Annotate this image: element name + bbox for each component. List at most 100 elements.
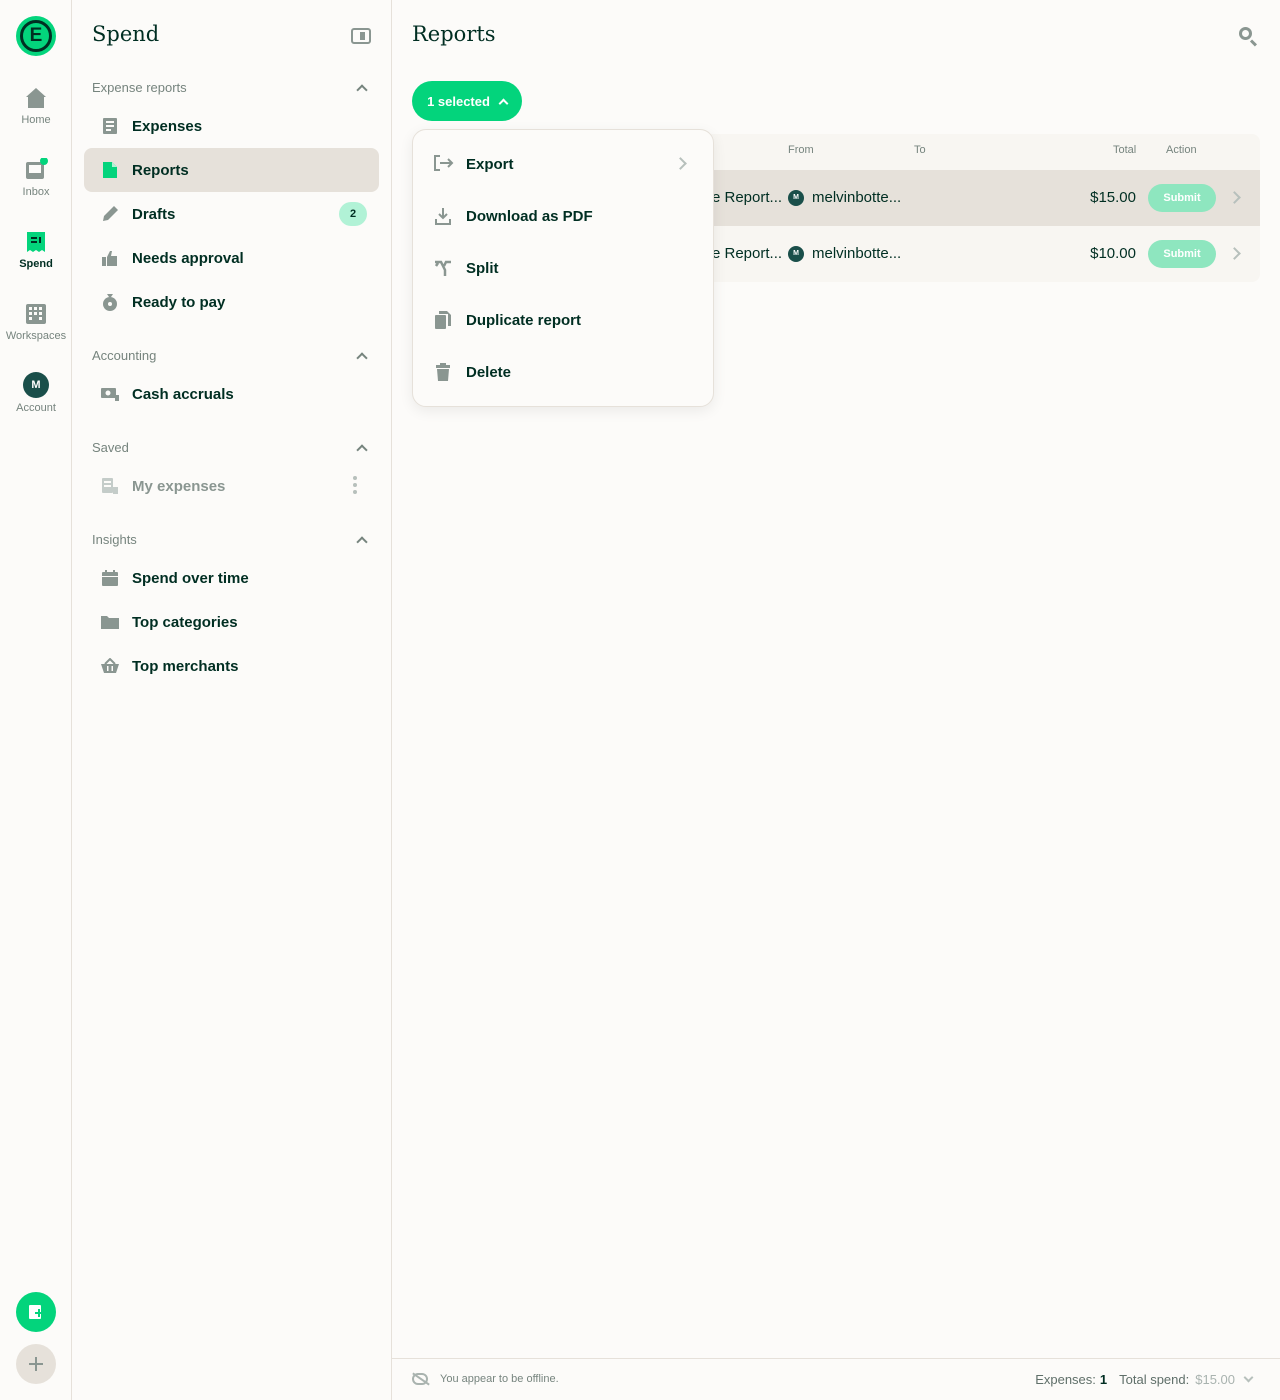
sidebar-item-label: Spend over time [132,569,249,587]
section-saved[interactable]: Saved [92,440,372,456]
column-total[interactable]: Total [1113,144,1136,156]
report-total: $10.00 [1090,245,1136,262]
report-from: M melvinbotte... [788,189,901,206]
folder-icon [100,612,120,632]
menu-item-split[interactable]: Split [413,244,713,292]
sidebar-item-label: Top categories [132,613,238,631]
main-panel: Reports 1 selected From To Total Action … [392,0,1280,1400]
offline-message: You appear to be offline. [440,1373,559,1385]
menu-item-delete[interactable]: Delete [413,348,713,396]
sidebar-item-needs-approval[interactable]: Needs approval [84,236,379,280]
saved-search-icon [100,476,120,496]
sidebar-item-spend-over-time[interactable]: Spend over time [84,556,379,600]
cash-icon [100,384,120,404]
cloud-off-icon [412,1373,428,1385]
page-title: Reports [412,22,496,46]
calendar-icon [100,568,120,588]
report-from-name: melvinbotte... [812,189,902,206]
report-from-name: melvinbotte... [812,245,902,262]
chevron-right-icon[interactable] [1228,191,1241,204]
rail-workspaces[interactable]: Workspaces [0,302,72,342]
split-icon [433,258,453,278]
avatar: M [788,245,804,262]
receipt-icon [24,230,48,254]
basket-icon [100,656,120,676]
status-footer: You appear to be offline. Expenses: 1 To… [392,1358,1280,1400]
menu-item-export[interactable]: Export [413,140,713,188]
section-expense-reports[interactable]: Expense reports [92,80,372,96]
chevron-up-icon [356,83,368,96]
expenses-label: Expenses: [1035,1372,1096,1387]
section-insights-title: Insights [92,532,137,547]
export-icon [433,154,454,174]
avatar-initial: M [31,379,41,391]
section-accounting[interactable]: Accounting [92,348,372,364]
sidebar-item-label: Top merchants [132,657,239,675]
chevron-right-icon [674,157,687,170]
thumbs-up-icon [100,248,120,268]
download-icon [433,206,453,226]
column-to[interactable]: To [914,144,926,156]
rail-home[interactable]: Home [0,86,72,126]
section-expense-reports-title: Expense reports [92,80,187,95]
report-name: e Report... [712,189,783,206]
sidebar-item-drafts[interactable]: Drafts 2 [84,192,379,236]
rail-workspaces-label: Workspaces [5,330,67,342]
sidebar-item-label: My expenses [132,477,226,495]
section-insights[interactable]: Insights [92,532,372,548]
trash-icon [433,362,453,382]
sidebar-item-my-expenses[interactable]: My expenses [84,464,379,508]
menu-item-duplicate-report[interactable]: Duplicate report [413,296,713,344]
drafts-count-badge: 2 [339,202,367,226]
new-expense-button[interactable] [16,1292,56,1332]
sidebar-item-top-merchants[interactable]: Top merchants [84,644,379,688]
chevron-down-icon [1243,1372,1254,1383]
sidebar-item-label: Reports [132,161,189,179]
sidebar-item-expenses[interactable]: Expenses [84,104,379,148]
sidebar-item-reports[interactable]: Reports [84,148,379,192]
menu-item-label: Delete [466,363,512,381]
receipt-plus-icon [29,1305,43,1319]
rail-account[interactable]: M Account [0,372,72,414]
more-options-icon[interactable] [353,476,357,496]
spend-summary[interactable]: Expenses: 1 Total spend: $15.00 [1035,1372,1254,1387]
expensify-logo-icon[interactable]: E [16,16,56,56]
report-from: M melvinbotte... [788,245,901,262]
sidebar-item-label: Drafts [132,205,176,223]
column-from[interactable]: From [788,144,814,156]
bulk-actions-menu: Export Download as PDF Split Duplicate r… [412,129,714,407]
home-icon [24,86,48,110]
selected-actions-button[interactable]: 1 selected [412,81,522,121]
rail-home-label: Home [21,114,51,126]
avatar: M [788,189,804,206]
sidebar-item-label: Ready to pay [132,293,226,311]
menu-item-label: Export [466,155,514,173]
chevron-up-icon [356,351,368,364]
menu-item-download-pdf[interactable]: Download as PDF [413,192,713,240]
plus-icon [29,1357,43,1371]
expenses-count: 1 [1099,1372,1108,1387]
submit-button[interactable]: Submit [1148,240,1216,268]
chevron-up-icon [498,98,509,108]
search-icon[interactable] [1238,26,1258,47]
section-saved-title: Saved [92,440,129,455]
create-button[interactable] [16,1344,56,1384]
rail-spend[interactable]: Spend [0,230,72,270]
rail-account-label: Account [16,402,56,414]
rail-inbox-label: Inbox [22,186,50,198]
sidebar-item-top-categories[interactable]: Top categories [84,600,379,644]
duplicate-icon [433,310,453,330]
avatar: M [23,372,49,398]
left-rail: E Home Inbox Spend Workspaces M Account [0,0,72,1400]
building-icon [24,302,48,326]
sidebar-item-ready-to-pay[interactable]: Ready to pay [84,280,379,324]
inbox-icon [24,157,48,182]
selected-count-label: 1 selected [427,93,490,109]
submit-button[interactable]: Submit [1148,184,1216,212]
report-name: e Report... [712,245,783,262]
chevron-right-icon[interactable] [1228,247,1241,260]
sidebar-item-cash-accruals[interactable]: Cash accruals [84,372,379,416]
rail-inbox[interactable]: Inbox [0,157,72,198]
collapse-sidebar-icon[interactable] [351,28,371,44]
chevron-up-icon [356,535,368,548]
